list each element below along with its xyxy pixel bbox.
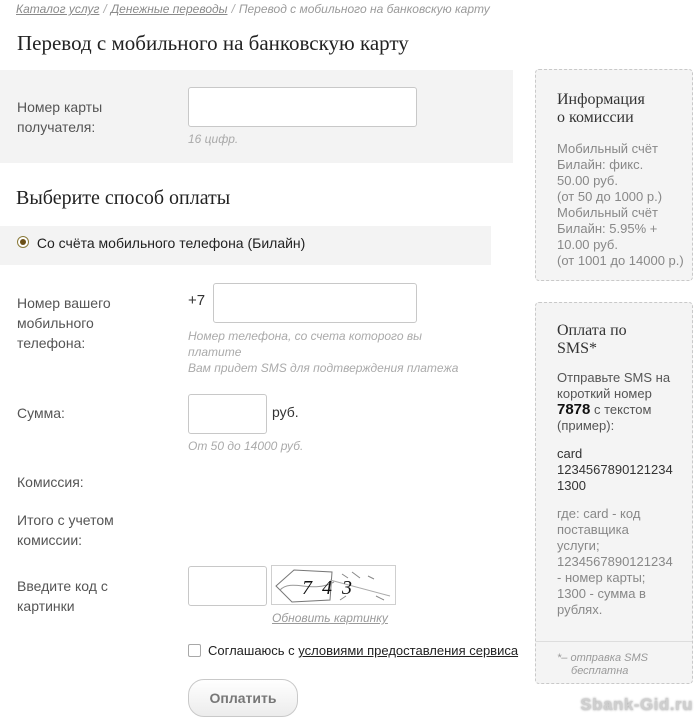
commission-info-line: 10.00 руб. <box>557 237 618 252</box>
card-number-input[interactable] <box>188 87 417 127</box>
sms-panel-title: Оплата по SMS* <box>557 322 686 358</box>
phone-label-line: мобильного <box>17 315 94 331</box>
captcha-image: 743 <box>271 565 396 605</box>
sms-legend-line: где: card - код <box>557 506 641 521</box>
commission-info-panel: Информация о комиссии Мобильный счёт Бил… <box>535 69 693 281</box>
total-label-line: комиссии: <box>17 532 83 548</box>
sms-example-line: card <box>557 446 583 461</box>
refresh-captcha-link[interactable]: Обновить картинку <box>272 610 388 626</box>
watermark: Sbank-Gid.ru <box>580 695 693 714</box>
phone-input[interactable] <box>213 283 417 323</box>
captcha-noise-graphic: 743 <box>275 569 391 603</box>
amount-unit: руб. <box>272 404 299 420</box>
sms-footnote-line: *– отправка SMS <box>557 652 648 664</box>
sms-example-line: 1300 <box>557 478 586 493</box>
commission-info-line: Билайн: фикс. <box>557 157 644 172</box>
sms-example-label: (пример): <box>557 418 615 433</box>
payment-method-option[interactable]: Со счёта мобильного телефона (Билайн) <box>17 235 305 251</box>
total-label: Итого с учетом комиссии: <box>17 510 114 550</box>
breadcrumb-separator: / <box>103 2 107 16</box>
breadcrumb-current: Перевод с мобильного на банковскую карту <box>238 2 490 16</box>
terms-link[interactable]: условиями предоставления сервиса <box>298 643 518 658</box>
commission-info-title-line: Информация <box>557 91 645 108</box>
sms-footnote: *– отправка SMS бесплатна <box>557 652 648 678</box>
commission-info-title: Информация о комиссии <box>557 91 684 127</box>
total-label-line: Итого с учетом <box>17 512 114 528</box>
phone-hint: Номер телефона, со счета которого вы пла… <box>188 328 458 376</box>
captcha-label-line: картинки <box>17 598 75 614</box>
phone-prefix: +7 <box>188 292 206 309</box>
breadcrumb-link-transfers[interactable]: Денежные переводы <box>111 2 228 16</box>
breadcrumb: Каталог услуг / Денежные переводы / Перевод … <box>16 2 490 16</box>
sms-legend-line: услуги; <box>557 538 600 553</box>
pay-button[interactable]: Оплатить <box>188 679 298 717</box>
phone-hint-line: платите <box>188 345 242 359</box>
payment-method-label: Со счёта мобильного телефона (Билайн) <box>36 235 306 251</box>
agree-text-prefix: Соглашаюсь с <box>208 643 299 658</box>
card-number-hint: 16 цифр. <box>188 132 239 146</box>
commission-label: Комиссия: <box>17 474 84 490</box>
sms-legend-line: рублях. <box>557 602 603 617</box>
breadcrumb-link-catalog[interactable]: Каталог услуг <box>16 2 99 16</box>
sms-payment-panel: Оплата по SMS* Отправьте SMS на короткий… <box>535 302 693 684</box>
sms-footnote-divider <box>536 641 692 642</box>
sms-example-text: card 1234567890121234 1300 <box>557 446 686 494</box>
sms-instructions: Отправьте SMS на короткий номер 7878 с т… <box>557 370 686 434</box>
sms-legend-line: 1234567890121234 <box>557 554 673 569</box>
phone-label-line: телефона: <box>17 335 86 351</box>
sms-example-line: 1234567890121234 <box>557 462 673 477</box>
commission-info-line: (от 50 до 1000 р.) <box>557 189 663 204</box>
sms-legend-line: 1300 - сумма в <box>557 586 646 601</box>
sms-panel-title-line: Оплата по <box>557 322 627 339</box>
sms-footnote-line: бесплатна <box>571 665 629 677</box>
agree-checkbox[interactable] <box>188 644 201 657</box>
sms-short-number: 7878 <box>557 401 591 418</box>
captcha-code-text: 743 <box>302 577 362 599</box>
phone-label-line: Номер вашего <box>17 295 111 311</box>
sms-legend-line: - номер карты; <box>557 570 646 585</box>
commission-info-line: Мобильный счёт <box>557 205 658 220</box>
captcha-label: Введите код с картинки <box>17 576 108 616</box>
amount-hint: От 50 до 14000 руб. <box>188 439 304 453</box>
commission-info-title-line: о комиссии <box>557 109 634 126</box>
phone-hint-line: Вам придет SMS для подтверждения платежа <box>188 361 459 375</box>
sms-panel-title-line: SMS* <box>557 340 598 357</box>
commission-info-line: Билайн: 5.95% + <box>557 221 658 236</box>
commission-info-line: Мобильный счёт <box>557 141 658 156</box>
breadcrumb-separator: / <box>231 2 235 16</box>
sms-intro-line: Отправьте SMS на <box>557 370 671 385</box>
radio-selected-icon[interactable] <box>17 236 29 248</box>
commission-info-line: 50.00 руб. <box>557 173 618 188</box>
sms-legend: где: card - код поставщика услуги; 12345… <box>557 506 686 618</box>
amount-label: Сумма: <box>17 405 65 421</box>
sms-intro-line: короткий номер <box>557 386 652 401</box>
card-number-label-line: Номер карты <box>17 99 103 115</box>
sms-legend-line: поставщика <box>557 522 629 537</box>
sms-after-number: с текстом <box>590 402 652 417</box>
card-number-label: Номер карты получателя: <box>17 97 102 137</box>
page-title: Перевод с мобильного на банковскую карту <box>17 31 409 55</box>
commission-info-line: (от 1001 до 14000 р.) <box>557 253 684 268</box>
amount-input[interactable] <box>188 394 267 434</box>
payment-method-title: Выберите способ оплаты <box>16 187 231 209</box>
captcha-label-line: Введите код с <box>17 578 108 594</box>
phone-label: Номер вашего мобильного телефона: <box>17 293 111 353</box>
card-number-label-line: получателя: <box>17 119 96 135</box>
phone-hint-line: Номер телефона, со счета которого вы <box>188 329 422 343</box>
agree-text: Соглашаюсь с условиями предоставления се… <box>208 643 518 658</box>
commission-info-text: Мобильный счёт Билайн: фикс. 50.00 руб. … <box>557 141 684 269</box>
captcha-input[interactable] <box>188 566 267 606</box>
